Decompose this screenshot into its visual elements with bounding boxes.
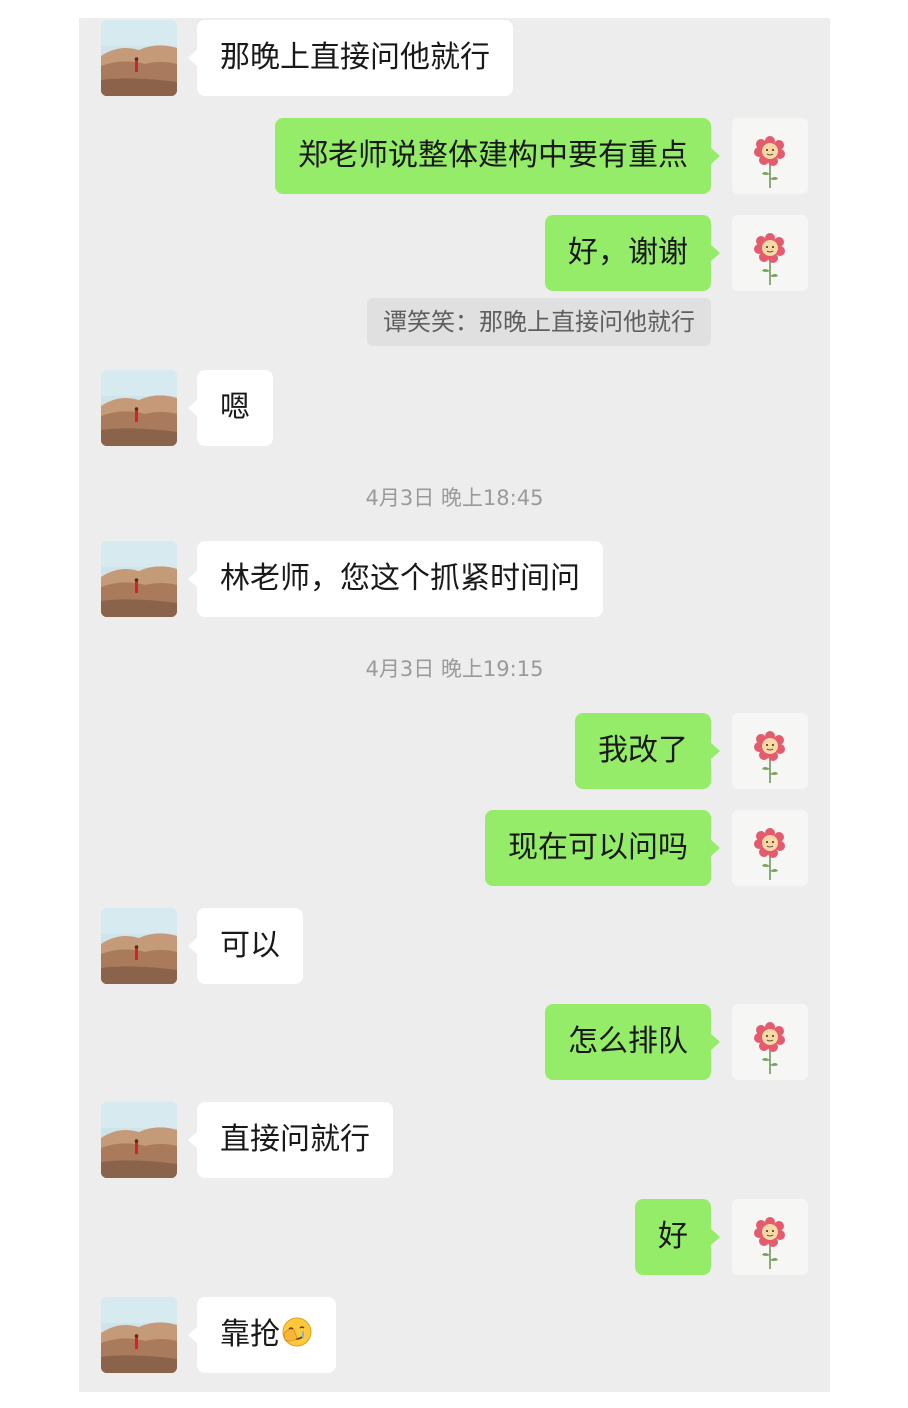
outgoing-message-bubble[interactable]: 好，谢谢 bbox=[545, 215, 720, 291]
message-text: 我改了 bbox=[598, 733, 688, 768]
incoming-message-bubble[interactable]: 靠抢 bbox=[188, 1297, 336, 1373]
flower-avatar-icon bbox=[732, 1004, 808, 1080]
outgoing-message-bubble[interactable]: 怎么排队 bbox=[545, 1004, 720, 1080]
desert-landscape-avatar-icon bbox=[101, 908, 177, 984]
timestamp: 4月3日 晚上19:15 bbox=[365, 657, 544, 681]
self-avatar[interactable] bbox=[732, 810, 808, 886]
message-text: 郑老师说整体建构中要有重点 bbox=[298, 138, 688, 173]
self-avatar[interactable] bbox=[732, 1004, 808, 1080]
contact-avatar[interactable] bbox=[101, 541, 177, 617]
flower-avatar-icon bbox=[732, 713, 808, 789]
contact-avatar[interactable] bbox=[101, 908, 177, 984]
message-text: 嗯 bbox=[220, 390, 250, 425]
message-text: 好，谢谢 bbox=[568, 235, 688, 270]
desert-landscape-avatar-icon bbox=[101, 541, 177, 617]
flower-avatar-icon bbox=[732, 215, 808, 291]
message-text: 林老师，您这个抓紧时间问 bbox=[220, 561, 580, 596]
message-text: 那晚上直接问他就行 bbox=[220, 40, 490, 75]
message-text: 怎么排队 bbox=[568, 1024, 688, 1059]
contact-avatar[interactable] bbox=[101, 370, 177, 446]
self-avatar[interactable] bbox=[732, 713, 808, 789]
desert-landscape-avatar-icon bbox=[101, 370, 177, 446]
message-text: 可以 bbox=[220, 928, 280, 963]
desert-landscape-avatar-icon bbox=[101, 1102, 177, 1178]
self-avatar[interactable] bbox=[732, 1199, 808, 1275]
facepalm-crying-emoji-icon bbox=[282, 1317, 312, 1347]
flower-avatar-icon bbox=[732, 1199, 808, 1275]
outgoing-message-bubble[interactable]: 郑老师说整体建构中要有重点 bbox=[275, 118, 720, 194]
incoming-message-bubble[interactable]: 林老师，您这个抓紧时间问 bbox=[188, 541, 603, 617]
message-text: 直接问就行 bbox=[220, 1122, 370, 1157]
contact-avatar[interactable] bbox=[101, 1102, 177, 1178]
incoming-message-bubble[interactable]: 可以 bbox=[188, 908, 303, 984]
message-text: 现在可以问吗 bbox=[508, 830, 688, 865]
flower-avatar-icon bbox=[732, 810, 808, 886]
message-text: 好 bbox=[658, 1219, 688, 1254]
desert-landscape-avatar-icon bbox=[101, 20, 177, 96]
self-avatar[interactable] bbox=[732, 215, 808, 291]
contact-avatar[interactable] bbox=[101, 1297, 177, 1373]
desert-landscape-avatar-icon bbox=[101, 1297, 177, 1373]
contact-avatar[interactable] bbox=[101, 20, 177, 96]
timestamp: 4月3日 晚上18:45 bbox=[365, 486, 544, 510]
outgoing-message-bubble[interactable]: 我改了 bbox=[575, 713, 720, 789]
chat-area: 那晚上直接问他就行 郑老师说整体建构中要有重点 好，谢谢 谭笑笑：那晚上直接问他… bbox=[79, 18, 830, 1392]
outgoing-message-bubble[interactable]: 好 bbox=[635, 1199, 720, 1275]
message-text: 靠抢 bbox=[220, 1317, 280, 1352]
self-avatar[interactable] bbox=[732, 118, 808, 194]
incoming-message-bubble[interactable]: 那晚上直接问他就行 bbox=[188, 20, 513, 96]
incoming-message-bubble[interactable]: 嗯 bbox=[188, 370, 273, 446]
quoted-text: 谭笑笑：那晚上直接问他就行 bbox=[383, 308, 695, 336]
flower-avatar-icon bbox=[732, 118, 808, 194]
outgoing-message-bubble[interactable]: 现在可以问吗 bbox=[485, 810, 720, 886]
incoming-message-bubble[interactable]: 直接问就行 bbox=[188, 1102, 393, 1178]
quoted-message[interactable]: 谭笑笑：那晚上直接问他就行 bbox=[367, 298, 711, 346]
